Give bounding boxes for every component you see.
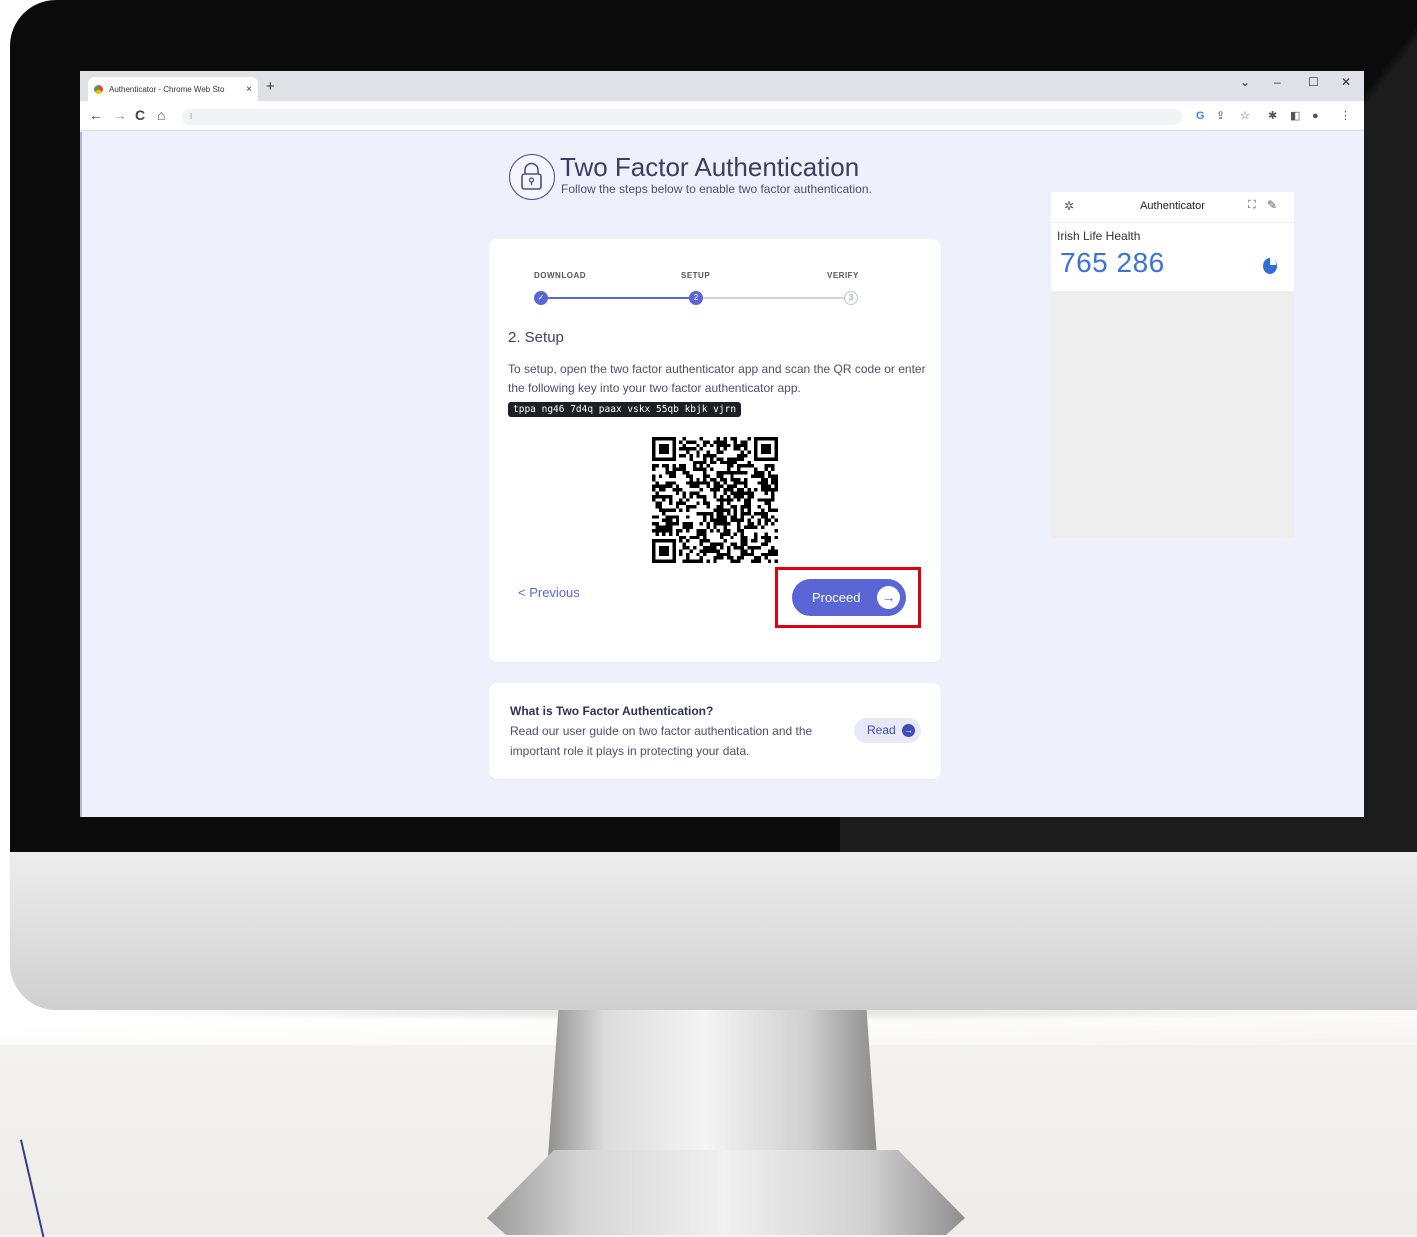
setup-card: DOWNLOAD SETUP VERIFY ✓ 2 3 2. Setup To … bbox=[489, 239, 941, 662]
bookmark-star-icon[interactable]: ☆ bbox=[1240, 109, 1250, 123]
info-heading: What is Two Factor Authentication? bbox=[510, 704, 714, 718]
web-page: Two Factor Authentication Follow the ste… bbox=[80, 132, 1364, 817]
authenticator-title: Authenticator bbox=[1140, 200, 1205, 212]
forward-icon[interactable]: → bbox=[113, 107, 127, 123]
extensions-puzzle-icon[interactable]: ✱ bbox=[1268, 109, 1277, 123]
read-label: Read bbox=[867, 723, 896, 737]
side-panel-icon[interactable]: ◧ bbox=[1290, 109, 1300, 123]
step-download-check-icon: ✓ bbox=[534, 291, 548, 305]
browser-tab[interactable]: Authenticator - Chrome Web Sto × bbox=[88, 77, 258, 101]
info-text: Read our user guide on two factor authen… bbox=[510, 724, 813, 758]
lock-icon bbox=[509, 154, 555, 200]
page-title: Two Factor Authentication bbox=[560, 152, 860, 182]
home-icon[interactable]: ⌂ bbox=[157, 107, 165, 123]
step-setup-marker: 2 bbox=[689, 291, 703, 305]
maximize-button[interactable]: ☐ bbox=[1308, 75, 1319, 89]
monitor-chin bbox=[10, 852, 1417, 1010]
edit-pencil-icon[interactable]: ✎ bbox=[1267, 198, 1277, 212]
tab-title: Authenticator - Chrome Web Sto bbox=[109, 84, 225, 94]
more-menu-icon[interactable]: ⋮ bbox=[1340, 109, 1351, 123]
read-button[interactable]: Read → bbox=[854, 718, 921, 743]
setup-heading: 2. Setup bbox=[508, 329, 564, 346]
address-bar[interactable]: I bbox=[182, 109, 1182, 125]
authenticator-popup: ✲ Authenticator ⛶ ✎ Irish Life Health 76… bbox=[1051, 192, 1294, 538]
authenticator-entry[interactable]: Irish Life Health 765 286 bbox=[1051, 223, 1294, 291]
proceed-button[interactable]: Proceed → bbox=[792, 579, 906, 616]
setup-instructions: To setup, open the two factor authentica… bbox=[508, 362, 926, 395]
step-label-setup: SETUP bbox=[681, 271, 711, 280]
scan-qr-icon[interactable]: ⛶ bbox=[1248, 199, 1256, 212]
arrow-right-icon: → bbox=[902, 724, 915, 737]
monitor-stand-base bbox=[487, 1150, 965, 1235]
close-window-button[interactable]: ✕ bbox=[1341, 75, 1351, 89]
monitor-screen: Authenticator - Chrome Web Sto × + ⌄ – ☐… bbox=[80, 71, 1364, 817]
progress-track-complete bbox=[541, 297, 696, 299]
account-issuer: Irish Life Health bbox=[1057, 229, 1141, 243]
new-tab-button[interactable]: + bbox=[266, 78, 275, 96]
page-left-edge bbox=[80, 132, 82, 817]
page-subtitle: Follow the steps below to enable two fac… bbox=[561, 182, 872, 196]
arrow-right-icon: → bbox=[877, 586, 900, 609]
step-label-download: DOWNLOAD bbox=[534, 271, 586, 280]
chrome-web-store-icon bbox=[94, 84, 103, 94]
browser-toolbar: ← → C ⌂ I G ⇪ ☆ ✱ ◧ ● ⋮ bbox=[80, 101, 1364, 131]
countdown-timer-icon bbox=[1263, 258, 1277, 274]
back-icon[interactable]: ← bbox=[89, 107, 103, 123]
secret-key: tppa ng46 7d4q paax vskx 55qb kbjk vjrn bbox=[508, 402, 742, 417]
reload-icon[interactable]: C bbox=[135, 107, 145, 123]
step-label-verify: VERIFY bbox=[827, 271, 859, 280]
info-card: What is Two Factor Authentication? Read … bbox=[489, 683, 941, 779]
previous-link[interactable]: < Previous bbox=[518, 585, 580, 600]
otp-code[interactable]: 765 286 bbox=[1060, 247, 1165, 279]
proceed-label: Proceed bbox=[812, 590, 861, 605]
step-verify-marker: 3 bbox=[844, 291, 858, 305]
minimize-button[interactable]: – bbox=[1274, 75, 1281, 89]
tab-close-icon[interactable]: × bbox=[246, 84, 252, 95]
profile-avatar-icon[interactable]: ● bbox=[1312, 109, 1319, 123]
authenticator-header: ✲ Authenticator ⛶ ✎ bbox=[1051, 192, 1294, 222]
google-translate-icon[interactable]: G bbox=[1196, 109, 1205, 123]
share-icon[interactable]: ⇪ bbox=[1216, 109, 1225, 123]
browser-tab-bar: Authenticator - Chrome Web Sto × + ⌄ – ☐… bbox=[80, 71, 1364, 101]
qr-code bbox=[652, 437, 778, 563]
tab-search-icon[interactable]: ⌄ bbox=[1240, 75, 1250, 89]
progress-track-remaining bbox=[696, 297, 851, 299]
